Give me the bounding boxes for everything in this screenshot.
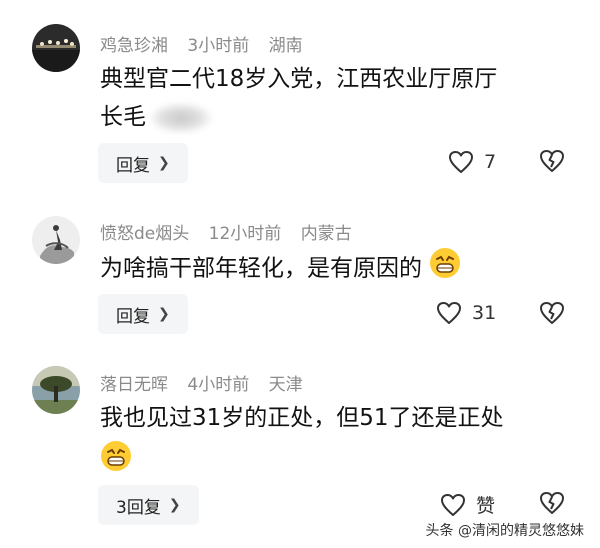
broken-heart-icon: [540, 492, 564, 514]
grinning-emoji-icon: [429, 247, 461, 291]
like-label: 赞: [476, 495, 496, 517]
comment-text-line: 典型官二代18岁入党，江西农业厅原厅: [100, 66, 498, 92]
username[interactable]: 鸡急珍湘: [100, 36, 168, 56]
comment-text-line: 我也见过31岁的正处，但51了还是正处: [100, 405, 504, 431]
like-count: 31: [472, 302, 497, 324]
comment-text-line: 为啥搞干部年轻化，是有原因的: [100, 255, 422, 282]
like-button[interactable]: 31: [436, 301, 496, 325]
blurred-text: [150, 102, 212, 133]
comment-text-fragment: 长毛: [100, 104, 146, 130]
like-count: 7: [484, 151, 497, 173]
comment-text: 为啥搞干部年轻化，是有原因的: [100, 247, 570, 291]
location: 湖南: [268, 36, 303, 56]
comment-text: 典型官二代18岁入党，江西农业厅原厅 长毛: [100, 60, 570, 136]
timestamp: 12小时前: [208, 224, 282, 244]
reply-button[interactable]: 3回复 ❯: [98, 485, 199, 525]
broken-heart-icon: [540, 150, 564, 172]
comment-meta: 落日无晖 4小时前 天津: [100, 370, 317, 395]
chevron-right-icon: ❯: [158, 155, 170, 171]
heart-icon: [437, 302, 461, 324]
heart-icon: [441, 493, 465, 516]
dislike-button[interactable]: [539, 491, 565, 519]
chevron-right-icon: ❯: [168, 497, 181, 513]
comment-meta: 鸡急珍湘 3小时前 湖南: [100, 31, 317, 56]
avatar[interactable]: [32, 24, 80, 72]
reply-label: 3回复: [116, 497, 161, 518]
watermark: 头条 @清闲的精灵悠悠妹: [425, 523, 584, 539]
avatar[interactable]: [32, 216, 80, 264]
reply-label: 回复: [116, 155, 150, 176]
reply-label: 回复: [116, 306, 150, 327]
reply-button[interactable]: 回复 ❯: [98, 143, 188, 183]
comment-text: 我也见过31岁的正处，但51了还是正处: [100, 399, 570, 484]
like-button[interactable]: 7: [448, 150, 496, 174]
dislike-button[interactable]: [539, 149, 565, 177]
avatar[interactable]: [32, 366, 80, 414]
username[interactable]: 落日无晖: [100, 375, 168, 395]
location: 天津: [268, 375, 303, 395]
comment-text-line: 长毛: [100, 98, 570, 136]
reply-button[interactable]: 回复 ❯: [98, 294, 188, 334]
dislike-button[interactable]: [539, 301, 565, 329]
comment-meta: 愤怒de烟头 12小时前 内蒙古: [100, 219, 366, 244]
timestamp: 3小时前: [187, 36, 250, 56]
broken-heart-icon: [540, 302, 564, 324]
timestamp: 4小时前: [187, 375, 250, 395]
username[interactable]: 愤怒de烟头: [100, 224, 189, 244]
location: 内蒙古: [300, 224, 352, 244]
grinning-emoji-icon: [100, 440, 132, 484]
heart-icon: [449, 151, 473, 173]
chevron-right-icon: ❯: [158, 306, 170, 322]
like-button[interactable]: 赞: [440, 491, 495, 518]
